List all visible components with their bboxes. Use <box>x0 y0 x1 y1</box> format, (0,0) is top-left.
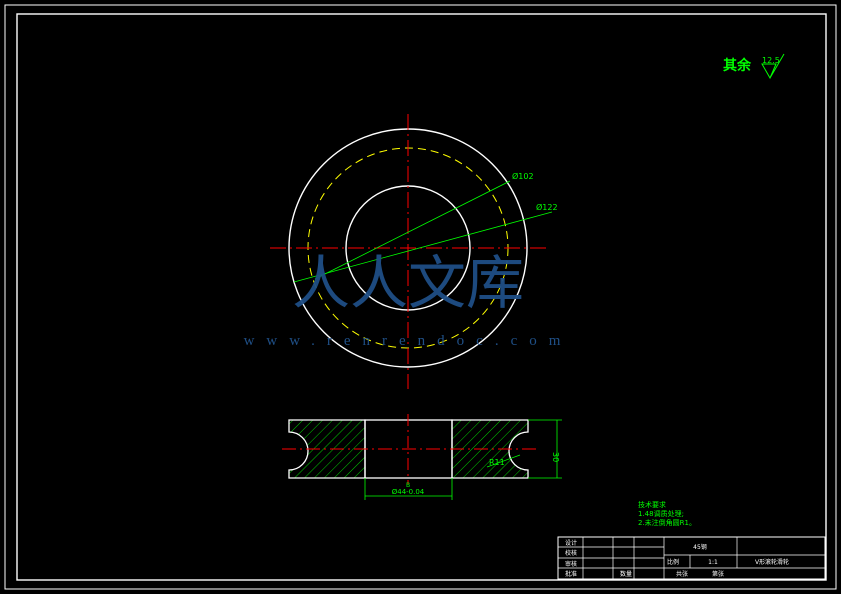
tb-label-quantity: 数量 <box>620 570 632 578</box>
tb-label-check: 校核 <box>565 549 577 557</box>
bore-diameter-label: Ø44-0.04 <box>392 488 425 496</box>
surface-finish-mark: 其余 12.5 <box>723 53 785 80</box>
tech-req-title: 技术要求 <box>638 500 666 509</box>
section-view: B Ø44-0.04 30 R11 <box>282 414 562 500</box>
width-label: 30 <box>551 452 560 462</box>
technical-requirements: 技术要求 1.48调质处理; 2.未注倒角圆R1。 <box>638 500 696 527</box>
drawing-sheet: 其余 12.5 Ø102 Ø122 人人文库 www.renrendoc.com <box>4 4 837 590</box>
watermark-url: www.renrendoc.com <box>244 333 573 349</box>
tb-label-approve: 批准 <box>565 570 577 578</box>
tb-scale-label: 比例 <box>667 558 679 566</box>
tb-label-design: 设计 <box>565 539 577 547</box>
title-block: 设计 校核 审核 批准 数量 45钢 比例 1:1 V形滚轮滑轮 共张 第张 <box>557 536 826 580</box>
tb-total-sheets: 共张 <box>676 570 688 578</box>
tb-part-name: V形滚轮滑轮 <box>755 558 789 566</box>
tb-label-review: 审核 <box>565 560 577 568</box>
outer-diameter-label: Ø122 <box>536 202 558 212</box>
tb-material: 45钢 <box>693 543 707 551</box>
tb-sheet-number: 第张 <box>712 570 724 578</box>
pitch-diameter-label: Ø102 <box>512 171 534 181</box>
tech-req-item-2: 2.未注倒角圆R1。 <box>638 518 696 527</box>
watermark-main: 人人文库 <box>292 249 524 317</box>
watermark: 人人文库 www.renrendoc.com <box>244 249 573 349</box>
groove-radius-label: R11 <box>489 458 505 467</box>
tech-req-item-1: 1.48调质处理; <box>638 509 684 518</box>
surface-finish-label: 其余 <box>723 57 752 74</box>
tb-scale: 1:1 <box>708 559 718 566</box>
